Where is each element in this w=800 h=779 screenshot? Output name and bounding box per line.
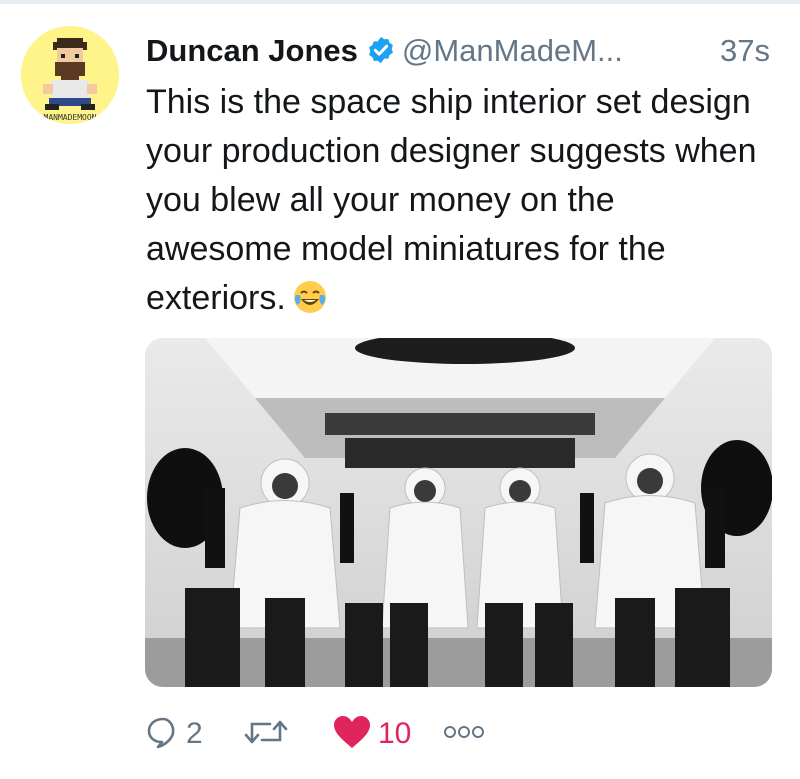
verified-badge-icon [366, 32, 396, 78]
astronauts-cabin-photo [145, 338, 772, 687]
reply-button[interactable]: 2 [146, 712, 203, 756]
tweet-media-photo[interactable] [145, 338, 772, 687]
author-name[interactable]: Duncan Jones [146, 33, 358, 68]
timestamp[interactable]: 37s [720, 28, 770, 74]
reply-icon [146, 715, 180, 754]
avatar-pixel-art-icon: MANMADEMOON [21, 26, 119, 124]
tweet-text: This is the space ship interior set desi… [146, 78, 766, 329]
retweet-button[interactable] [244, 712, 294, 756]
more-icon [442, 722, 486, 747]
laughing-crying-emoji-icon [292, 279, 328, 329]
svg-text:MANMADEMOON: MANMADEMOON [44, 113, 97, 122]
avatar[interactable]: MANMADEMOON [21, 26, 119, 124]
tweet-body: This is the space ship interior set desi… [146, 83, 757, 317]
heart-icon [332, 714, 372, 755]
more-button[interactable] [442, 712, 486, 756]
tweet-header: Duncan Jones @ManMadeM... 37s [146, 28, 786, 74]
retweet-icon [244, 715, 288, 754]
author-handle[interactable]: @ManMadeM... [402, 33, 623, 68]
like-count: 10 [378, 717, 412, 750]
tweet-actions: 2 10 [146, 712, 786, 756]
top-divider [0, 0, 800, 4]
like-button[interactable]: 10 [332, 712, 411, 756]
reply-count: 2 [186, 717, 203, 750]
